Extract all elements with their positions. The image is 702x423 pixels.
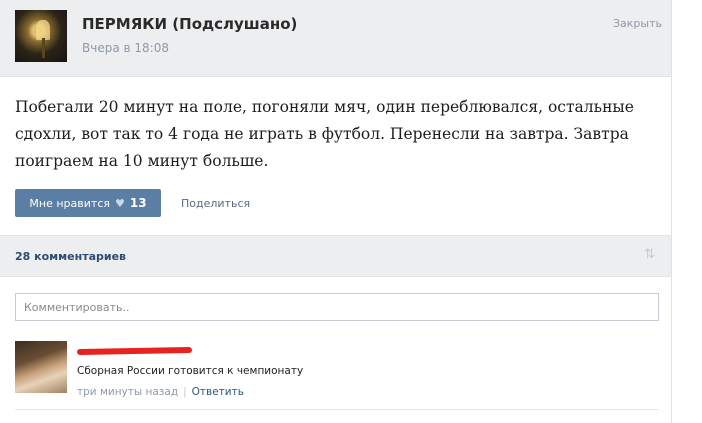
comment-input-box[interactable] xyxy=(15,293,659,321)
lamp-stand xyxy=(42,38,45,58)
group-name[interactable]: ПЕРМЯКИ (Подслушано) xyxy=(82,15,297,33)
reply-link[interactable]: Ответить xyxy=(192,386,244,398)
close-button[interactable]: Закрыть xyxy=(613,17,662,30)
sort-arrows-icon[interactable]: ⇅ xyxy=(644,247,655,262)
commenter-avatar[interactable] xyxy=(15,341,67,393)
post-text: Побегали 20 минут на поле, погоняли мяч,… xyxy=(15,98,634,170)
meta-separator: | xyxy=(183,386,187,398)
like-label: Мне нравится xyxy=(29,196,110,210)
right-border xyxy=(671,0,672,423)
like-count: 13 xyxy=(129,196,147,210)
share-button[interactable]: Поделиться xyxy=(181,197,250,210)
heart-icon: ♥ xyxy=(115,196,125,210)
comment-text: Сборная России готовится к чемпионату xyxy=(77,365,304,377)
comments-bar: 28 комментариев ⇅ xyxy=(0,235,671,277)
post-card: ПЕРМЯКИ (Подслушано) Вчера в 18:08 Закры… xyxy=(0,0,671,423)
comments-count[interactable]: 28 комментариев xyxy=(15,250,126,263)
lamp-shade xyxy=(36,20,50,40)
divider xyxy=(15,409,659,410)
redacted-commenter-name xyxy=(76,346,193,356)
post-header: ПЕРМЯКИ (Подслушано) Вчера в 18:08 Закры… xyxy=(0,0,671,77)
like-button[interactable]: Мне нравится ♥ 13 xyxy=(15,189,161,217)
comment-meta: три минуты назад | Ответить xyxy=(77,386,244,398)
post-time[interactable]: Вчера в 18:08 xyxy=(82,41,169,55)
comment-time[interactable]: три минуты назад xyxy=(77,386,178,398)
comment-input[interactable] xyxy=(16,294,658,320)
group-avatar[interactable] xyxy=(15,10,67,62)
